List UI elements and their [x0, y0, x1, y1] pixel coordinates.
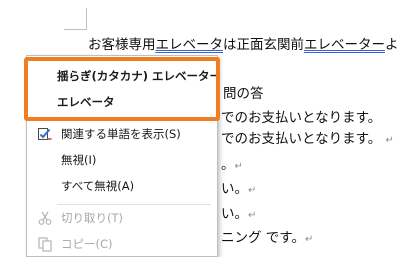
- document-line-1[interactable]: お客様専用エレベータは正面玄関前エレベーターよ: [88, 36, 399, 54]
- document-text: でのお支払いとなります。: [221, 110, 382, 126]
- menu-item-label: すべて無視(A): [61, 179, 135, 193]
- menu-item-label: 切り取り(T): [61, 211, 123, 225]
- document-line-3[interactable]: でのお支払いとなります。: [221, 109, 381, 127]
- flagged-word[interactable]: エレベータ: [156, 37, 224, 53]
- paragraph-mark: ↵: [248, 210, 257, 221]
- document-text: 問の答: [223, 86, 264, 102]
- document-text: でのお支払いとなります。: [221, 131, 382, 147]
- document-line-5[interactable]: 。↵: [221, 156, 243, 176]
- document-line-4[interactable]: でのお支払いとなります。 ↵: [221, 130, 394, 150]
- copy-item[interactable]: コピー(C): [27, 231, 217, 257]
- document-text: い。: [221, 206, 248, 222]
- show-related-words-item[interactable]: 関連する単語を表示(S): [27, 121, 217, 147]
- document-text: ニング: [221, 230, 262, 245]
- document-text: は正面玄関前: [223, 37, 304, 53]
- paragraph-mark: ↵: [248, 185, 257, 196]
- document-text: よ: [385, 37, 399, 53]
- document-line-9[interactable]: ニング です。↵: [221, 229, 313, 245]
- menu-item-label: 関連する単語を表示(S): [61, 127, 181, 141]
- cut-item[interactable]: 切り取り(T): [27, 205, 217, 231]
- flagged-word[interactable]: エレベーター: [304, 37, 385, 53]
- document-text: です。: [265, 230, 305, 245]
- paragraph-mark: ↵: [385, 135, 394, 146]
- document-line-6[interactable]: い。↵: [221, 180, 256, 200]
- page-corner-mark: [86, 8, 87, 30]
- ignore-all-item[interactable]: すべて無視(A): [27, 173, 217, 199]
- document-text: 。: [221, 157, 235, 173]
- paragraph-mark: ↵: [234, 161, 243, 172]
- menu-item-label: 無視(I): [61, 153, 97, 167]
- menu-item-label: コピー(C): [61, 237, 113, 251]
- copy-icon: [38, 237, 52, 252]
- page-corner-mark: [64, 29, 86, 30]
- document-line-2[interactable]: 問の答: [223, 85, 264, 103]
- document-line-7[interactable]: い。↵: [221, 205, 256, 225]
- paragraph-mark: ↵: [304, 234, 314, 245]
- scissors-icon: [38, 211, 52, 225]
- document-text: お客様専用: [88, 37, 156, 53]
- ignore-item[interactable]: 無視(I): [27, 147, 217, 173]
- document-text: い。: [221, 181, 248, 197]
- highlight-box: [24, 57, 220, 121]
- checklist-icon: [38, 128, 52, 140]
